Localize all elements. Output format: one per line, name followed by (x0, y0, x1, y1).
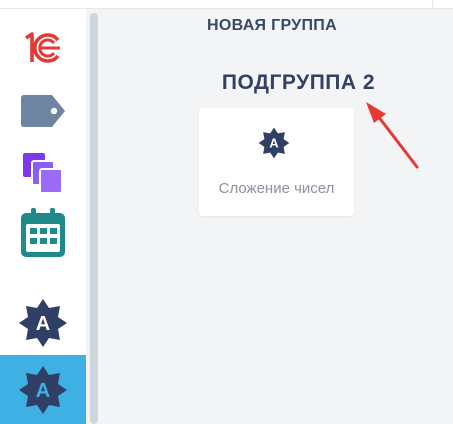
1c-logo-icon (25, 32, 60, 63)
tile-addition[interactable]: A Сложение чисел (199, 108, 354, 216)
sidebar-item-assessments-active[interactable]: A (0, 355, 86, 424)
badge-a-icon: A (19, 365, 67, 414)
sidebar-scrollbar-thumb[interactable] (90, 13, 98, 424)
tile-label: Сложение чисел (218, 180, 335, 197)
badge-a-icon: A (258, 127, 290, 159)
sidebar-item-calendar[interactable] (0, 202, 86, 264)
svg-text:A: A (36, 313, 50, 335)
svg-text:A: A (36, 380, 50, 402)
subgroup-title: ПОДГРУППА 2 (221, 71, 376, 94)
copy-pages-icon (23, 153, 63, 194)
group-title: НОВАЯ ГРУППА (207, 17, 337, 34)
top-bar (0, 0, 453, 9)
tag-icon (21, 95, 65, 127)
sidebar-scrollbar[interactable] (86, 9, 102, 424)
main-content: НОВАЯ ГРУППА ПОДГРУППА 2 A Сложение чисе… (102, 9, 453, 424)
sidebar-item-1c[interactable] (0, 17, 86, 79)
calendar-icon (21, 208, 65, 257)
app-window: A A НОВАЯ ГРУППА ПОДГРУППА 2 A Сложение … (0, 0, 453, 424)
sidebar-item-assessments[interactable]: A (0, 292, 86, 354)
sidebar-item-tags[interactable] (0, 80, 86, 142)
sidebar-item-pages[interactable] (0, 142, 86, 204)
svg-text:A: A (269, 135, 278, 150)
sidebar: A A (0, 9, 86, 424)
top-bar-divider (432, 0, 433, 8)
badge-a-icon: A (19, 299, 67, 347)
